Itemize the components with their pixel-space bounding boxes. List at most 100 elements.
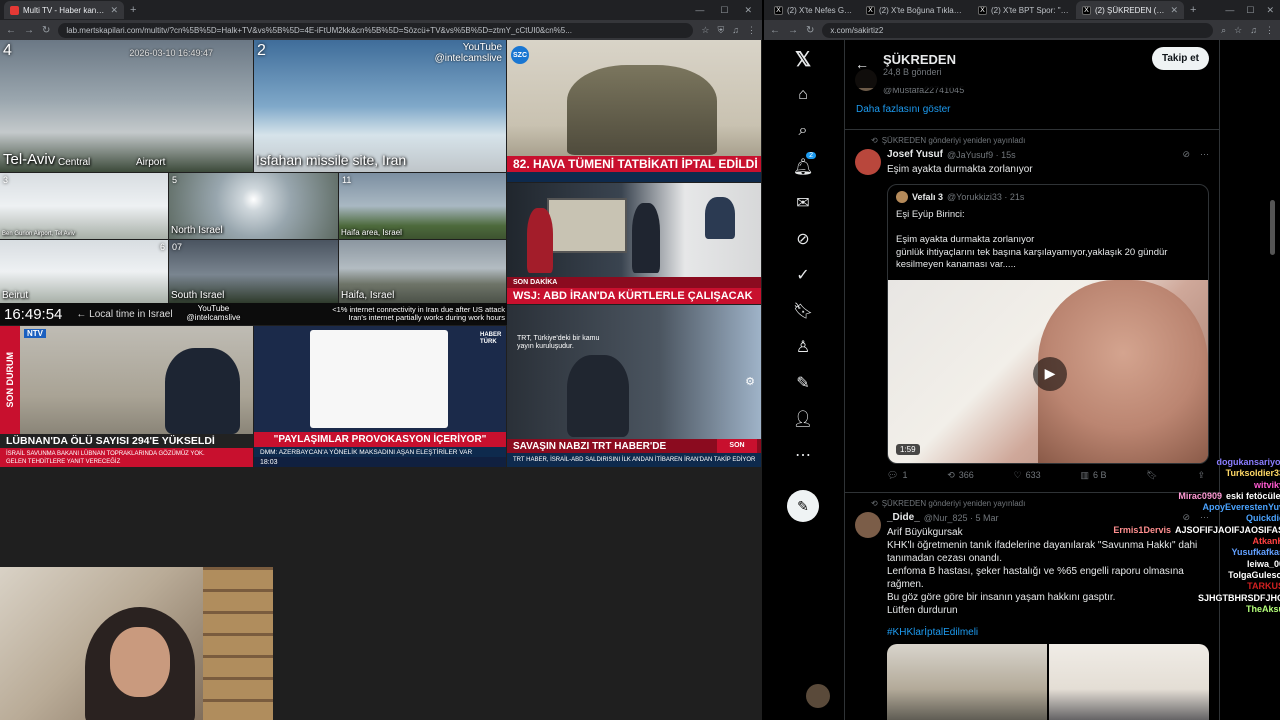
reply-button[interactable]: 💬︎ 1 [887, 470, 907, 481]
extensions-icon[interactable]: ♫ [1250, 25, 1257, 36]
feed-cnn-turk[interactable]: SON DAKİKA WSJ: ABD İRAN'DA KÜRTLERLE ÇA… [507, 183, 761, 304]
extensions-icon[interactable]: ♫ [732, 25, 739, 36]
more-options-icon[interactable]: ⋯ [1200, 512, 1209, 523]
author-avatar[interactable] [855, 512, 881, 538]
search-icon[interactable]: ⌕ [790, 118, 816, 144]
back-icon[interactable]: ← [6, 25, 16, 36]
like-button[interactable]: ♡ 633 [1014, 470, 1041, 481]
author-name[interactable]: _Dide_ [887, 512, 920, 523]
back-arrow-icon[interactable]: ← [855, 56, 869, 72]
settings-gear-icon[interactable]: ⚙ [743, 375, 757, 389]
forward-icon[interactable]: → [788, 25, 798, 36]
feed-isfahan[interactable]: 2 YouTube @intelcamslive Isfahan missile… [254, 40, 506, 172]
bookmark-button[interactable]: 🔖︎ [1146, 470, 1157, 481]
local-time-label: ← Local time in Israel [76, 308, 173, 320]
new-tab-button[interactable]: + [1184, 4, 1202, 16]
page-scrollbar[interactable] [1270, 200, 1275, 255]
feed-haifa[interactable]: Haifa, Israel [339, 240, 506, 303]
profile-icon[interactable]: 👤︎ [790, 406, 816, 432]
show-more-link[interactable]: Daha fazlasını göster [856, 104, 951, 115]
feed-tel-aviv[interactable]: 4 2026-03-10 16:49:47 Tel-Aviv Central A… [0, 40, 253, 172]
feed-haberturk[interactable]: HABER TÜRK "PAYLAŞIMLAR PROVOKASYON İÇER… [254, 326, 506, 467]
author-avatar[interactable] [855, 149, 881, 175]
author-handle[interactable]: @Nur_825 · 5 Mar [924, 513, 999, 523]
play-icon[interactable]: ▶ [1033, 356, 1067, 391]
close-window-icon[interactable]: ✕ [1266, 5, 1274, 16]
grok-explain-icon[interactable]: ⊘ [1182, 149, 1190, 160]
share-icon[interactable]: ⇪ [1197, 470, 1205, 481]
close-tab-icon[interactable]: ✕ [1170, 5, 1178, 16]
tweet-image-2[interactable] [1049, 644, 1209, 720]
tweet-josef-yusuf[interactable]: ⟲ ŞÜKREDEN gönderiyi yeniden yayınladı J… [845, 129, 1219, 481]
url-field[interactable]: x.com/sakirtiz2 [822, 22, 1214, 38]
messages-envelope-icon[interactable]: ✉ [790, 190, 816, 216]
repost-button[interactable]: ⟲ 366 [947, 470, 974, 481]
video-player[interactable]: ▶ 1:59 [888, 279, 1208, 463]
feed-south-israel[interactable]: 07 South Israel [169, 240, 338, 303]
feed-szc-tv[interactable]: SZC 82. HAVA TÜMENİ TATBİKATI İPTAL EDİL… [507, 40, 761, 182]
home-icon[interactable]: ⌂ [790, 82, 816, 108]
reporter [165, 348, 240, 434]
cam-sublabel-central: Central [58, 157, 91, 168]
forward-icon[interactable]: → [24, 25, 34, 36]
haberturk-headline: "PAYLAŞIMLAR PROVOKASYON İÇERİYOR" [254, 432, 506, 447]
close-tab-icon[interactable]: ✕ [110, 5, 118, 16]
feed-trt-haber[interactable]: TRT, Türkiye'deki bir kamu yayın kuruluş… [507, 305, 761, 467]
hashtag-link[interactable]: #KHKlarİptalEdilmeli [887, 627, 1209, 638]
maximize-icon[interactable]: ☐ [720, 5, 728, 16]
views-button[interactable]: ▥ 6 B [1080, 470, 1106, 481]
trt-subline: TRT HABER, İSRAİL-ABD SALDIRISINI İLK AN… [507, 453, 761, 467]
feed-north-israel[interactable]: 5 North Israel [169, 173, 338, 239]
bookmark-star-icon[interactable]: ☆ [701, 25, 709, 36]
menu-icon[interactable]: ⋮ [1265, 25, 1274, 36]
tweet-media[interactable] [887, 644, 1209, 720]
minimize-icon[interactable]: — [695, 5, 704, 16]
brave-shield-icon[interactable]: ⛨ [717, 25, 724, 36]
retweet-indicator: ⟲ ŞÜKREDEN gönderiyi yeniden yayınladı [871, 499, 1209, 508]
bookmarks-icon[interactable]: 🔖︎ [790, 298, 816, 324]
x-logo-icon[interactable]: 𝕏 [790, 46, 816, 72]
author-name[interactable]: Josef Yusuf [887, 149, 943, 160]
tab-boguna[interactable]: X (2) X'te Boğuna Tıklama: "Do [860, 1, 972, 19]
author-handle[interactable]: @JaYusuf9 · 15s [947, 150, 1016, 160]
notifications-bell-icon[interactable]: 🔔︎ 2 [790, 152, 816, 180]
account-avatar[interactable] [806, 684, 830, 708]
timeline-column: @Mustafa22741045 Daha fazlasını göster ⟲… [844, 40, 1220, 720]
minimize-icon[interactable]: — [1225, 5, 1234, 16]
more-options-icon[interactable]: ⋯ [1200, 149, 1209, 160]
bookmark-star-icon[interactable]: ☆ [1234, 25, 1242, 36]
tweet-text: Arif Büyükgursak KHK'lı öğretmenin tanık… [887, 527, 1198, 616]
url-field[interactable]: lab.mertskapilari.com/multitv/?cn%5B%5D=… [58, 22, 694, 38]
tweet-dide[interactable]: ⟲ ŞÜKREDEN gönderiyi yeniden yayınladı _… [845, 492, 1219, 720]
verified-check-icon[interactable]: ✓ [790, 262, 816, 288]
new-tab-button[interactable]: + [124, 4, 142, 16]
tab-bpt-spor[interactable]: X (2) X'te BPT Spor: "Al-Nassr [972, 1, 1076, 19]
back-icon[interactable]: ← [770, 25, 780, 36]
more-icon[interactable]: ⋯ [790, 442, 816, 468]
bookshelf [203, 567, 273, 720]
reload-icon[interactable]: ↻ [42, 25, 50, 36]
maximize-icon[interactable]: ☐ [1246, 5, 1254, 16]
jobs-icon[interactable]: ♙ [790, 334, 816, 360]
tweet-image-1[interactable] [887, 644, 1047, 720]
menu-icon[interactable]: ⋮ [747, 25, 756, 36]
zoom-icon[interactable]: ⌕ [1221, 25, 1226, 36]
feed-ben-gurion[interactable]: 3 Ben Gurion Airport, Tel Aviv [0, 173, 168, 239]
grok-icon[interactable]: ⊘ [790, 226, 816, 252]
feed-haifa-area[interactable]: 11 Haifa area, Israel [339, 173, 506, 239]
close-window-icon[interactable]: ✕ [744, 5, 752, 16]
reload-icon[interactable]: ↻ [806, 25, 814, 36]
follow-button[interactable]: Takip et [1151, 47, 1209, 70]
feed-ntv[interactable]: SON DURUM NTV LÜBNAN'DA ÖLÜ SAYISI 294'E… [0, 326, 253, 467]
tab-sukreden[interactable]: X (2) ŞÜKREDEN (@sakirt ✕ [1076, 1, 1184, 19]
tab-nefes[interactable]: X (2) X'te Nefes Gazetesi: "İsteı [768, 1, 860, 19]
repost-count: 366 [958, 470, 974, 480]
compose-post-button[interactable]: ✎ [787, 490, 819, 522]
tab-multitv[interactable]: Multi TV - Haber kanallarını aynı ✕ [4, 1, 124, 19]
like-count: 633 [1025, 470, 1041, 480]
quoted-tweet[interactable]: Vefalı 3 @Yorukkizi33 · 21s Eşi Eyüp Bir… [887, 184, 1209, 464]
grok-explain-icon[interactable]: ⊘ [1182, 512, 1190, 523]
feed-beirut[interactable]: 6 Beirut [0, 240, 168, 303]
address-bar-row: ← → ↻ lab.mertskapilari.com/multitv/?cn%… [0, 20, 762, 40]
articles-icon[interactable]: ✎ [790, 370, 816, 396]
